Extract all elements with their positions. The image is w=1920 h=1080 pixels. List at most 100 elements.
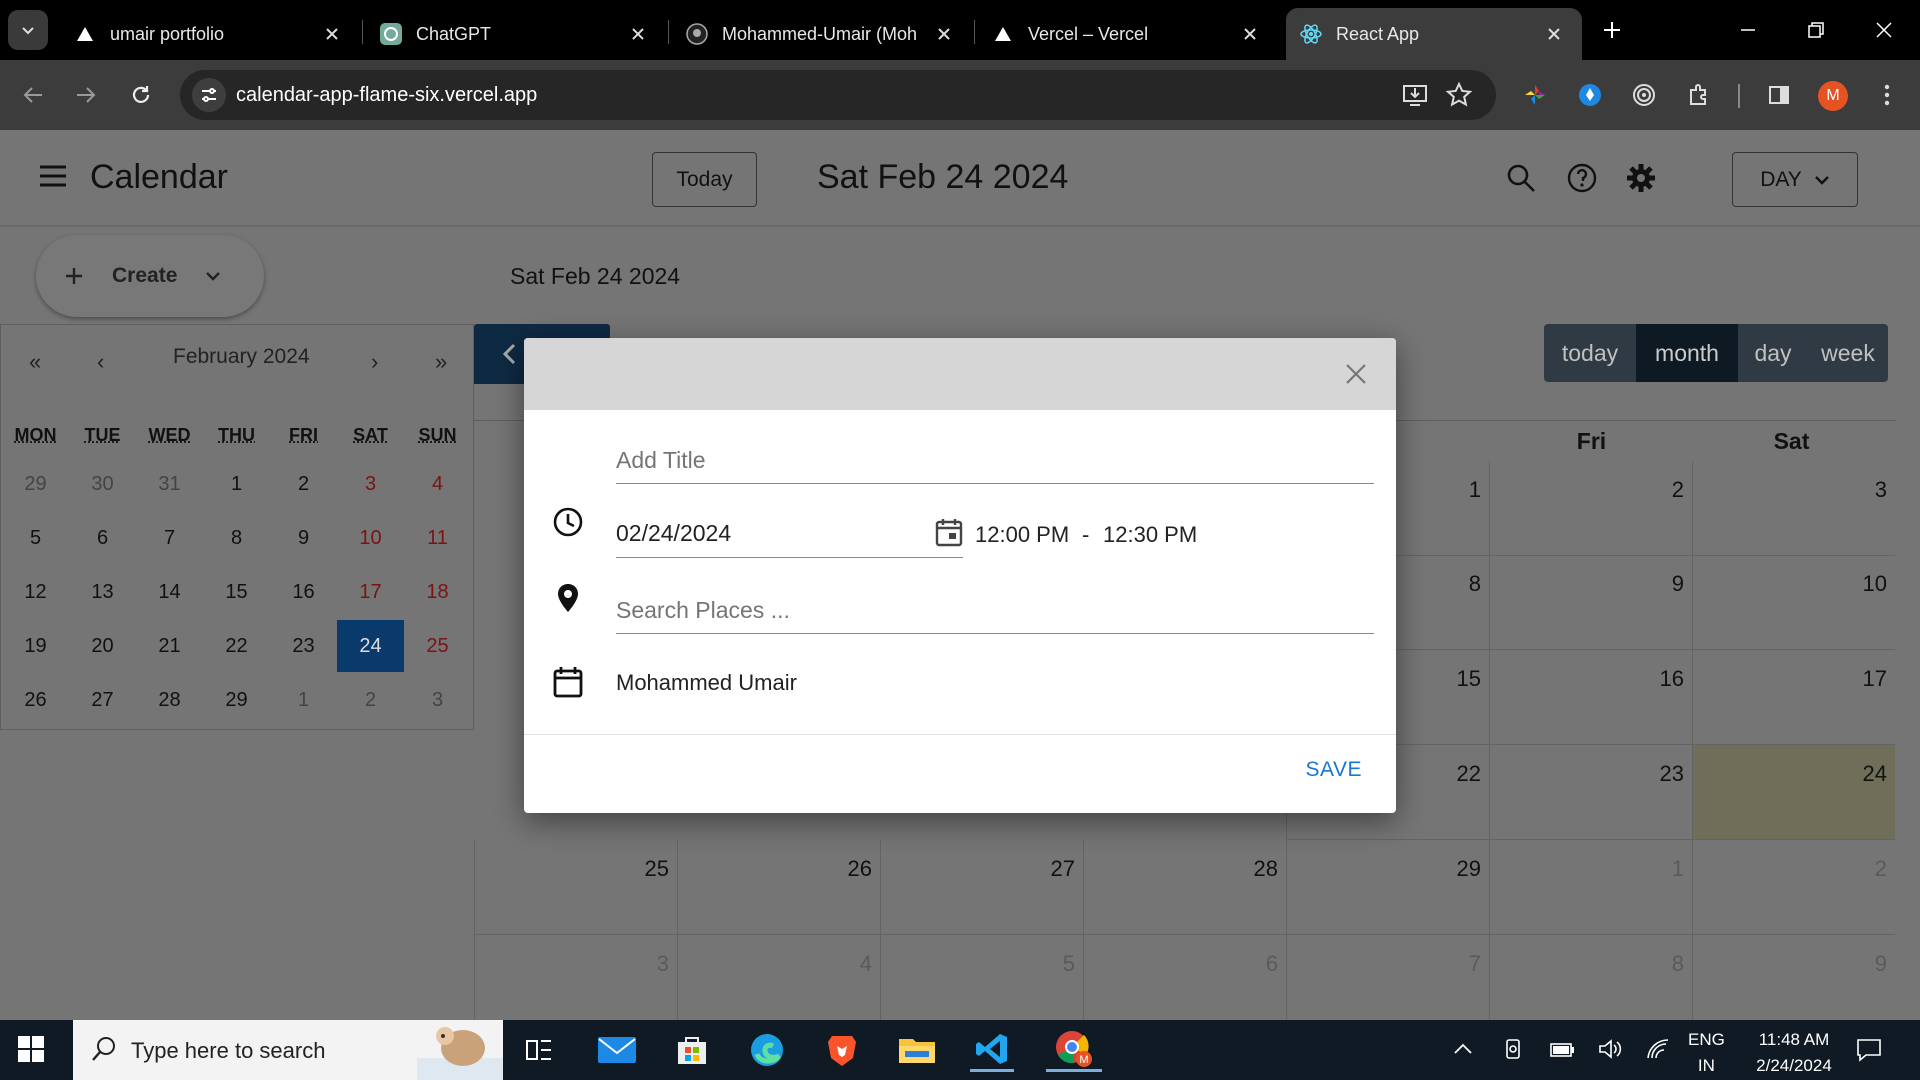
tab-search-button[interactable] (8, 10, 48, 50)
close-icon[interactable] (1236, 20, 1264, 48)
create-button[interactable]: Create (36, 235, 264, 317)
new-tab-button[interactable] (1596, 14, 1628, 46)
system-clock[interactable]: 11:48 AM 2/24/2024 (1744, 1027, 1844, 1079)
microsoft-store-icon[interactable] (670, 1028, 714, 1072)
prev-year-button[interactable]: « (29, 349, 41, 375)
month-day-cell[interactable]: 3 (474, 935, 677, 1030)
wifi-icon[interactable] (1646, 1038, 1670, 1060)
month-day-cell[interactable]: 1 (1489, 840, 1692, 935)
start-time[interactable]: 12:00 PM (975, 522, 1069, 548)
month-day-cell[interactable]: 17 (1692, 650, 1895, 745)
save-button[interactable]: SAVE (1306, 758, 1362, 782)
search-places-input[interactable] (616, 588, 1374, 634)
tab-vercel[interactable]: Vercel – Vercel (978, 8, 1278, 60)
close-icon[interactable] (624, 20, 652, 48)
tab-umair-portfolio[interactable]: umair portfolio (60, 8, 360, 60)
month-day-cell[interactable]: 4 (677, 935, 880, 1030)
event-title-input[interactable] (616, 438, 1374, 484)
event-date-field[interactable]: 02/24/2024 (616, 512, 963, 558)
tab-react-app[interactable]: React App (1286, 8, 1582, 60)
month-day-cell[interactable]: 27 (880, 840, 1083, 935)
mini-day-cell[interactable]: 19 (2, 620, 69, 672)
mini-day-cell[interactable]: 17 (337, 566, 404, 618)
mini-day-cell[interactable]: 28 (136, 674, 203, 726)
mini-day-cell[interactable]: 25 (404, 620, 471, 672)
mini-day-cell[interactable]: 18 (404, 566, 471, 618)
month-day-cell[interactable]: 3 (1692, 461, 1895, 556)
end-time[interactable]: 12:30 PM (1103, 522, 1197, 548)
reload-button[interactable] (123, 77, 159, 113)
close-icon[interactable] (1540, 20, 1568, 48)
device-icon[interactable] (1502, 1038, 1524, 1060)
menu-hamburger-icon[interactable] (38, 164, 68, 188)
view-today-button[interactable]: today (1544, 324, 1636, 382)
mini-day-cell[interactable]: 7 (136, 512, 203, 564)
month-day-cell[interactable]: 6 (1083, 935, 1286, 1030)
month-day-cell[interactable]: 7 (1286, 935, 1489, 1030)
mini-month-label[interactable]: February 2024 (173, 345, 310, 369)
next-month-button[interactable]: › (371, 349, 378, 375)
mini-day-cell[interactable]: 2 (270, 458, 337, 510)
mini-day-cell[interactable]: 23 (270, 620, 337, 672)
mini-day-cell[interactable]: 20 (69, 620, 136, 672)
month-day-cell[interactable]: 5 (880, 935, 1083, 1030)
view-day-button[interactable]: day (1738, 324, 1808, 382)
prev-month-button[interactable]: ‹ (97, 349, 104, 375)
month-day-cell[interactable]: 26 (677, 840, 880, 935)
mini-day-cell[interactable]: 29 (2, 458, 69, 510)
mini-day-cell[interactable]: 12 (2, 566, 69, 618)
mini-day-cell[interactable]: 11 (404, 512, 471, 564)
calendar-picker-icon[interactable] (935, 517, 963, 547)
month-day-cell[interactable]: 24 (1692, 745, 1895, 840)
address-bar[interactable]: calendar-app-flame-six.vercel.app (180, 70, 1496, 120)
mini-day-cell[interactable]: 26 (2, 674, 69, 726)
close-icon[interactable] (318, 20, 346, 48)
extensions-puzzle-icon[interactable] (1682, 78, 1716, 112)
windows-start-icon[interactable] (18, 1036, 44, 1062)
next-year-button[interactable]: » (435, 349, 447, 375)
view-week-button[interactable]: week (1808, 324, 1888, 382)
mini-day-cell[interactable]: 22 (203, 620, 270, 672)
search-icon[interactable] (1503, 160, 1539, 196)
mini-day-cell[interactable]: 4 (404, 458, 471, 510)
settings-gear-icon[interactable] (1623, 160, 1659, 196)
mini-day-cell[interactable]: 1 (270, 674, 337, 726)
edge-browser-icon[interactable] (745, 1028, 789, 1072)
brave-browser-icon[interactable] (820, 1028, 864, 1072)
view-month-button[interactable]: month (1636, 324, 1738, 382)
taskbar-search-box[interactable]: Type here to search (73, 1020, 503, 1080)
mini-day-cell[interactable]: 30 (69, 458, 136, 510)
mini-day-cell[interactable]: 27 (69, 674, 136, 726)
mini-day-cell[interactable]: 24 (337, 620, 404, 672)
mini-day-cell[interactable]: 3 (337, 458, 404, 510)
mini-day-cell[interactable]: 15 (203, 566, 270, 618)
mini-day-cell[interactable]: 6 (69, 512, 136, 564)
month-day-cell[interactable]: 9 (1489, 555, 1692, 650)
mini-day-cell[interactable]: 31 (136, 458, 203, 510)
month-day-cell[interactable]: 29 (1286, 840, 1489, 935)
tab-chatgpt[interactable]: ChatGPT (366, 8, 666, 60)
browser-menu-icon[interactable] (1870, 78, 1904, 112)
tab-github[interactable]: Mohammed-Umair (Moh (672, 8, 972, 60)
mini-day-cell[interactable]: 2 (337, 674, 404, 726)
mini-day-cell[interactable]: 3 (404, 674, 471, 726)
target-extension-icon[interactable] (1627, 78, 1661, 112)
mini-day-cell[interactable]: 9 (270, 512, 337, 564)
back-button[interactable] (15, 77, 51, 113)
help-icon[interactable] (1564, 160, 1600, 196)
task-view-icon[interactable] (517, 1028, 561, 1072)
mini-day-cell[interactable]: 14 (136, 566, 203, 618)
language-indicator[interactable]: ENG IN (1688, 1027, 1725, 1079)
forward-button[interactable] (68, 77, 104, 113)
month-day-cell[interactable]: 23 (1489, 745, 1692, 840)
site-info-icon[interactable] (192, 78, 226, 112)
close-icon[interactable] (930, 20, 958, 48)
today-button[interactable]: Today (652, 152, 757, 207)
profile-avatar[interactable]: M (1818, 81, 1848, 111)
dialog-close-button[interactable] (1344, 362, 1370, 388)
vscode-icon[interactable] (970, 1028, 1014, 1072)
month-day-cell[interactable]: 9 (1692, 935, 1895, 1030)
mini-day-cell[interactable]: 8 (203, 512, 270, 564)
month-day-cell[interactable]: 2 (1692, 840, 1895, 935)
side-panel-icon[interactable] (1762, 78, 1796, 112)
